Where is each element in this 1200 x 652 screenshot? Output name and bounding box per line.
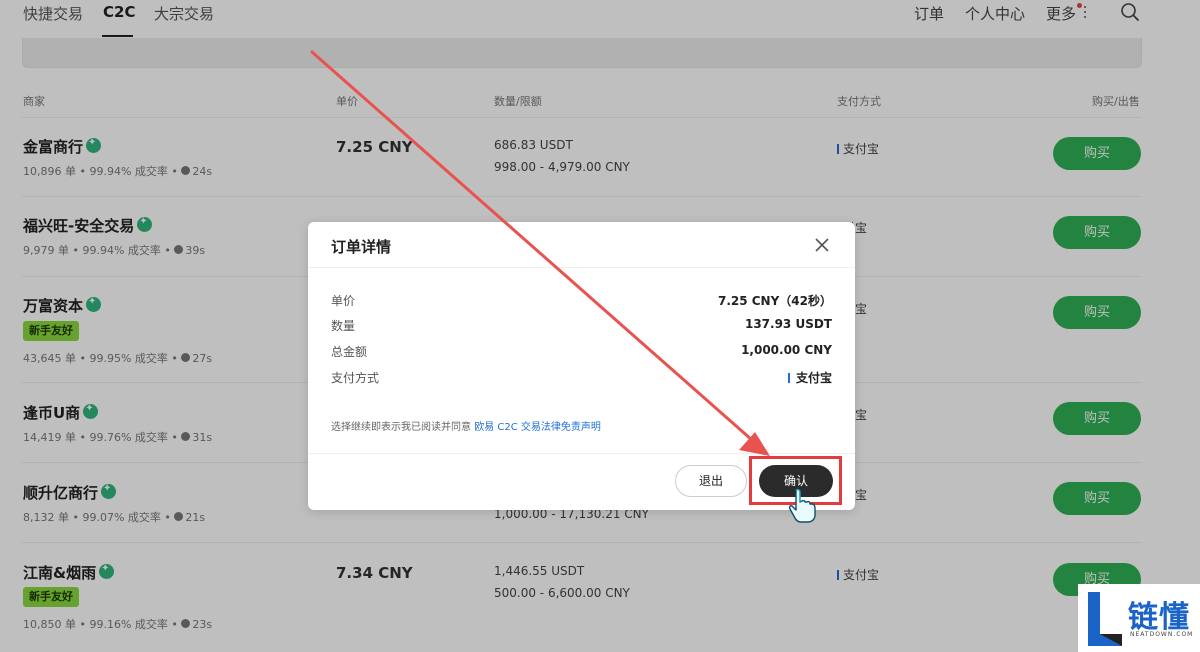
watermark-text: 链懂 (1128, 600, 1190, 635)
field-value-quantity: 137.93 USDT (744, 317, 832, 331)
logo-l-mark (1088, 592, 1122, 646)
exit-button[interactable]: 退出 (675, 465, 747, 497)
field-label-total: 总金额 (331, 345, 368, 359)
field-label-payment: 支付方式 (331, 371, 380, 385)
watermark-subtext: NEATDOWN.COM (1130, 631, 1194, 638)
field-value-payment: 支付宝 (787, 369, 832, 386)
payment-value-label: 支付宝 (795, 371, 832, 385)
dialog-title: 订单详情 (331, 238, 392, 256)
dialog-footer-divider (308, 453, 855, 454)
field-label-price: 单价 (331, 294, 356, 308)
pointer-hand-icon (788, 488, 816, 523)
watermark-logo: 链懂 NEATDOWN.COM (1078, 584, 1200, 652)
agreement-text: 选择继续即表示我已阅读并同意 (331, 422, 471, 433)
field-label-quantity: 数量 (331, 319, 356, 333)
agreement-notice: 选择继续即表示我已阅读并同意 欧易 C2C 交易法律免责声明 (331, 418, 601, 433)
dialog-divider (308, 267, 855, 268)
field-value-total: 1,000.00 CNY (741, 343, 832, 357)
field-value-price: 7.25 CNY（42秒） (717, 294, 832, 308)
close-icon[interactable] (813, 236, 831, 254)
disclaimer-link[interactable]: 欧易 C2C 交易法律免责声明 (474, 422, 601, 433)
alipay-mark (787, 373, 790, 383)
